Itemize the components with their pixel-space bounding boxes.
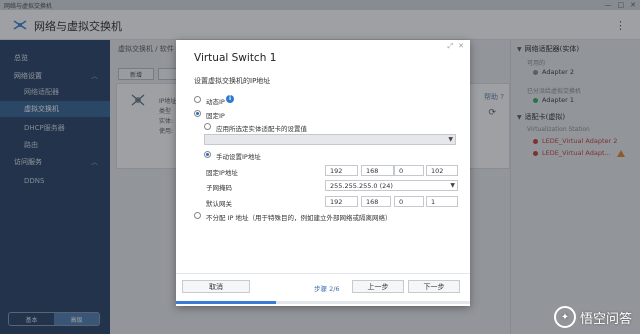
previous-button[interactable]: 上一步 bbox=[352, 280, 404, 293]
dynamic-ip-radio[interactable] bbox=[194, 96, 201, 103]
static-ip-label: 固定IP bbox=[206, 112, 225, 120]
gw-octet-4[interactable]: 1 bbox=[426, 196, 458, 207]
static-ip-field-label: 固定IP地址 bbox=[206, 169, 238, 177]
subnet-mask-select[interactable]: 255.255.255.0 (24) ▼ bbox=[325, 180, 458, 191]
ip-octet-2[interactable]: 168 bbox=[361, 165, 394, 176]
dialog-subtitle: 设置虚拟交换机的IP地址 bbox=[194, 77, 271, 85]
virtual-switch-dialog: ⤢ ✕ Virtual Switch 1 设置虚拟交换机的IP地址 动态IP i… bbox=[176, 40, 470, 306]
watermark: ✦ 悟空问答 bbox=[553, 306, 632, 328]
ip-octet-4[interactable]: 102 bbox=[426, 165, 458, 176]
watermark-logo-icon: ✦ bbox=[553, 306, 576, 328]
manual-ip-label: 手动设置IP地址 bbox=[216, 153, 261, 161]
step-indicator: 步骤 2/6 bbox=[314, 285, 340, 293]
gw-octet-3[interactable]: 0 bbox=[394, 196, 424, 207]
wizard-progress-bar bbox=[176, 301, 470, 304]
gateway-label: 默认网关 bbox=[206, 200, 232, 208]
subnet-mask-value: 255.255.255.0 (24) bbox=[330, 181, 393, 190]
resize-icon[interactable]: ⤢ bbox=[448, 42, 454, 51]
gw-octet-1[interactable]: 192 bbox=[325, 196, 358, 207]
cancel-button[interactable]: 取消 bbox=[182, 280, 250, 293]
dialog-controls: ⤢ ✕ bbox=[448, 42, 464, 51]
static-ip-radio[interactable] bbox=[194, 110, 201, 117]
ip-octet-1[interactable]: 192 bbox=[325, 165, 358, 176]
no-ip-label: 不分配 IP 地址（用于特殊目的，例如建立外部网络或隔离网络） bbox=[206, 214, 392, 222]
ip-octet-3[interactable]: 0 bbox=[394, 165, 424, 176]
dialog-title: Virtual Switch 1 bbox=[194, 52, 277, 64]
physical-adapter-select[interactable]: ▼ bbox=[204, 134, 456, 145]
subnet-mask-label: 子网掩码 bbox=[206, 184, 232, 192]
info-icon[interactable]: i bbox=[226, 95, 234, 103]
close-icon[interactable]: ✕ bbox=[458, 42, 464, 51]
dialog-footer-divider bbox=[176, 273, 470, 274]
manual-ip-radio[interactable] bbox=[204, 151, 211, 158]
gw-octet-2[interactable]: 168 bbox=[361, 196, 391, 207]
dynamic-ip-label: 动态IP bbox=[206, 98, 225, 106]
apply-physical-radio[interactable] bbox=[204, 123, 211, 130]
dropdown-arrow-icon: ▼ bbox=[448, 136, 453, 143]
apply-physical-label: 应用所选定实体适配卡的设置值 bbox=[216, 125, 307, 133]
progress-fill bbox=[176, 301, 276, 304]
dropdown-arrow-icon: ▼ bbox=[450, 182, 455, 189]
watermark-text: 悟空问答 bbox=[579, 311, 632, 327]
next-button[interactable]: 下一步 bbox=[408, 280, 460, 293]
no-ip-radio[interactable] bbox=[194, 212, 201, 219]
